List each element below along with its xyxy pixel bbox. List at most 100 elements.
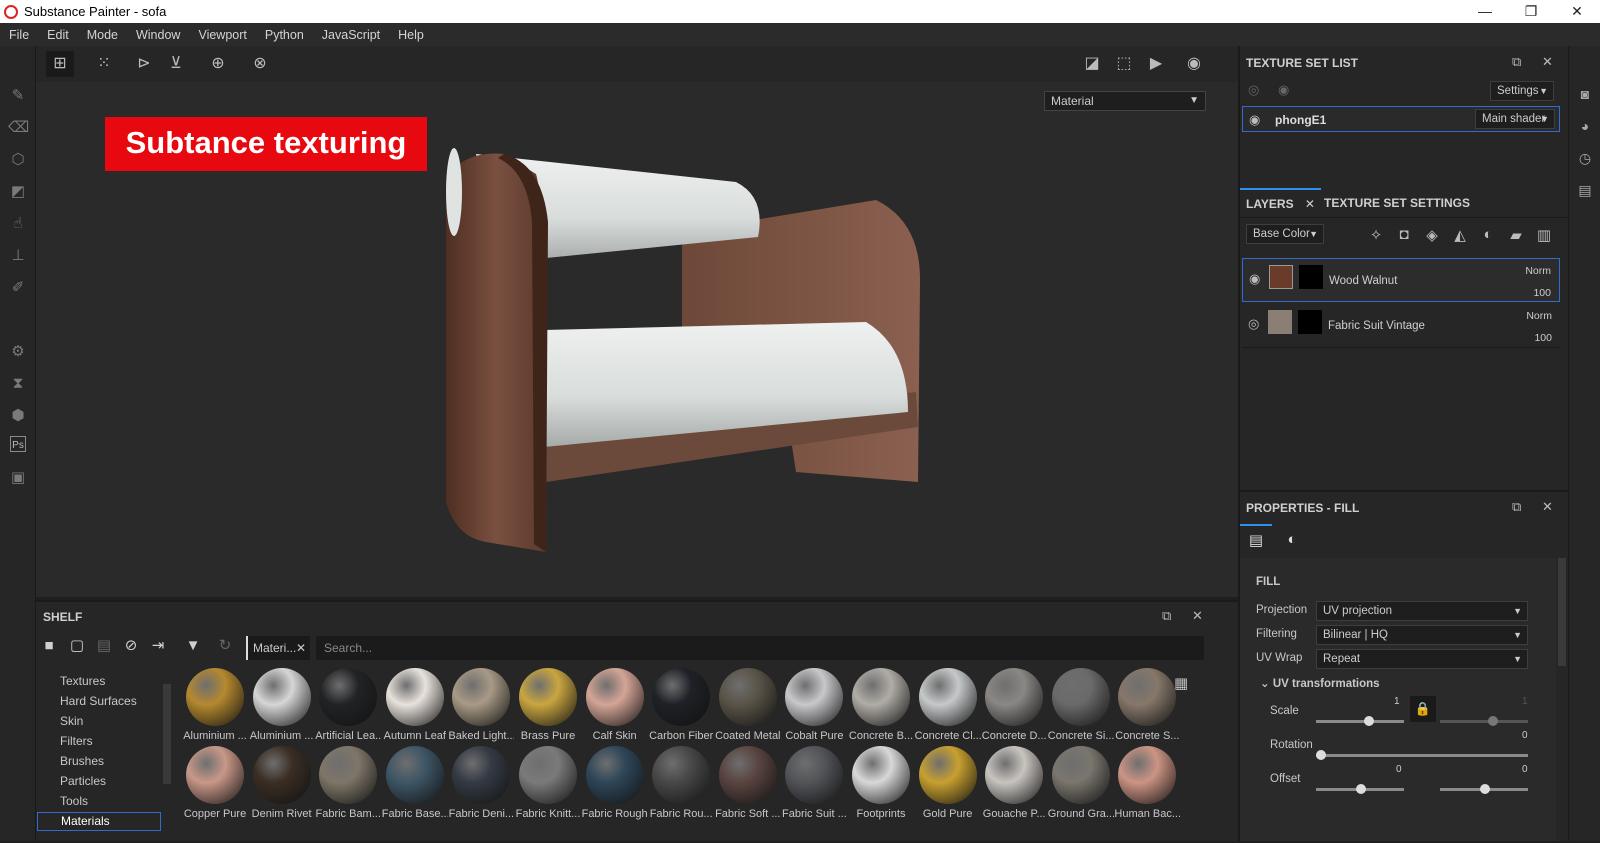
clone-stamp-icon[interactable]: ⊥ <box>8 246 28 266</box>
rotation-value[interactable]: 0 <box>1522 730 1528 741</box>
eraser-icon[interactable]: ⌫ <box>8 118 29 138</box>
material-item[interactable]: Coated Metal <box>715 668 781 742</box>
folder-icon[interactable]: ■ <box>38 635 60 657</box>
menu-mode[interactable]: Mode <box>78 28 127 42</box>
grid-view-icon[interactable]: ▦ <box>1174 674 1188 692</box>
material-item[interactable]: Gold Pure <box>915 746 981 820</box>
add-material-icon[interactable]: ◐ <box>1478 226 1498 243</box>
shader-dropdown[interactable]: Main shader ▼ <box>1475 109 1555 129</box>
display-mode-icon[interactable]: ◪ <box>1078 51 1106 77</box>
tab-texture-set-settings[interactable]: TEXTURE SET SETTINGS <box>1318 188 1476 218</box>
material-item[interactable]: Brass Pure <box>515 668 581 742</box>
category-skin[interactable]: Skin <box>60 714 83 728</box>
scale-value[interactable]: 1 <box>1394 696 1400 707</box>
material-item[interactable]: Fabric Knitt... <box>515 746 581 820</box>
3d-viewport[interactable]: Material▼ Subtance texturing Y <box>36 82 1238 647</box>
material-item[interactable]: Ground Gra... <box>1048 746 1114 820</box>
category-materials[interactable]: Materials <box>37 812 161 831</box>
material-item[interactable]: Calf Skin <box>582 668 648 742</box>
smudge-icon[interactable]: ☝ <box>8 214 28 234</box>
material-item[interactable]: Concrete S... <box>1114 668 1180 742</box>
close-panel-icon[interactable]: ✕ <box>1542 499 1553 515</box>
material-item[interactable]: Fabric Soft ... <box>715 746 781 820</box>
material-item[interactable]: Concrete B... <box>848 668 914 742</box>
projection-icon[interactable]: ⬡ <box>8 150 28 170</box>
material-item[interactable]: Fabric Deni... <box>448 746 514 820</box>
hide-icon[interactable]: ◎ <box>1248 82 1259 98</box>
material-item[interactable]: Baked Light... <box>448 668 514 742</box>
photoshop-icon[interactable]: Ps <box>10 436 26 452</box>
category-textures[interactable]: Textures <box>60 674 105 688</box>
maximize-button[interactable]: ❐ <box>1508 0 1554 23</box>
menu-python[interactable]: Python <box>256 28 313 42</box>
material-item[interactable]: Concrete Cl... <box>915 668 981 742</box>
material-item[interactable]: Aluminium ... <box>182 668 248 742</box>
material-item[interactable]: Aluminium ... <box>249 668 315 742</box>
tab-layers[interactable]: LAYERS ✕ <box>1240 188 1321 218</box>
eye-icon[interactable]: ◉ <box>1278 82 1289 98</box>
material-item[interactable]: Carbon Fiber <box>648 668 714 742</box>
slider-handle[interactable] <box>1364 716 1374 726</box>
float-panel-icon[interactable]: ⧉ <box>1512 499 1521 515</box>
import-icon[interactable]: ⇥ <box>147 635 169 657</box>
filter-icon[interactable]: ▼ <box>182 635 204 657</box>
shelf-search-input[interactable]: Search... <box>316 636 1204 660</box>
color-picker-icon[interactable]: ✐ <box>8 278 28 298</box>
opacity-value[interactable]: 100 <box>1533 287 1551 299</box>
hide-icon[interactable]: ⊘ <box>120 635 142 657</box>
view-cube-icon[interactable]: ⬚ <box>1110 51 1138 77</box>
screenshot-icon[interactable]: ◉ <box>1180 51 1208 77</box>
eye-icon[interactable]: ◉ <box>1249 271 1260 287</box>
offset-v-slider[interactable] <box>1440 784 1528 794</box>
material-item[interactable]: Artificial Lea... <box>315 668 381 742</box>
add-effect-icon[interactable]: ✧ <box>1366 226 1386 244</box>
menu-edit[interactable]: Edit <box>38 28 78 42</box>
category-tools[interactable]: Tools <box>60 794 88 808</box>
menu-help[interactable]: Help <box>389 28 433 42</box>
camera-icon[interactable]: ▶ <box>1142 51 1170 77</box>
settings-dropdown[interactable]: Settings ▼ <box>1490 81 1554 101</box>
symmetry-icon[interactable]: ⊳ <box>130 51 158 77</box>
material-item[interactable]: Fabric Base... <box>382 746 448 820</box>
paint-brush-icon[interactable]: ✎ <box>8 86 28 106</box>
uv-wrap-dropdown[interactable]: Repeat ▼ <box>1316 649 1528 669</box>
menu-javascript[interactable]: JavaScript <box>313 28 389 42</box>
offset-u-value[interactable]: 0 <box>1396 764 1402 775</box>
float-panel-icon[interactable]: ⧉ <box>1162 608 1171 624</box>
material-item[interactable]: Gouache P... <box>981 746 1047 820</box>
add-folder-icon[interactable]: ▰ <box>1506 226 1526 244</box>
channel-dropdown[interactable]: Base Color ▼ <box>1246 224 1324 244</box>
blend-mode-dropdown[interactable]: Norm <box>1525 265 1551 277</box>
filter-tag[interactable]: Materi... ✕ <box>246 636 310 660</box>
material-item[interactable]: Footprints <box>848 746 914 820</box>
remove-filter-icon[interactable]: ✕ <box>296 636 306 660</box>
menu-window[interactable]: Window <box>127 28 189 42</box>
material-item[interactable]: Fabric Suit ... <box>781 746 847 820</box>
hourglass-icon[interactable]: ⧗ <box>8 374 28 394</box>
polygon-fill-icon[interactable]: ◩ <box>8 182 28 202</box>
material-tab-icon[interactable]: ◐ <box>1276 524 1308 558</box>
shader-settings-icon[interactable]: ◕ <box>1576 118 1594 136</box>
slider-handle[interactable] <box>1356 784 1366 794</box>
close-button[interactable]: ✕ <box>1554 0 1600 23</box>
rotation-slider[interactable] <box>1316 750 1528 760</box>
eye-icon[interactable]: ◉ <box>1249 112 1260 128</box>
material-item[interactable]: Denim Rivet <box>249 746 315 820</box>
menu-viewport[interactable]: Viewport <box>189 28 255 42</box>
material-item[interactable]: Autumn Leaf <box>382 668 448 742</box>
archive-icon[interactable]: ▤ <box>93 635 115 657</box>
layer-wood-walnut[interactable]: ◉ Wood Walnut Norm 100 <box>1242 258 1560 302</box>
close-tab-icon[interactable]: ✕ <box>1305 197 1315 211</box>
category-filters[interactable]: Filters <box>60 734 93 748</box>
minimize-button[interactable]: — <box>1462 0 1508 23</box>
lock-icon[interactable]: 🔒 <box>1410 696 1436 722</box>
material-item[interactable]: Concrete D... <box>981 668 1047 742</box>
material-item[interactable]: Fabric Bam... <box>315 746 381 820</box>
opacity-value[interactable]: 100 <box>1534 332 1552 344</box>
add-fill-layer-icon[interactable]: ◭ <box>1450 226 1470 244</box>
refresh-icon[interactable]: ↻ <box>214 635 236 657</box>
category-hard-surfaces[interactable]: Hard Surfaces <box>60 694 137 708</box>
log-icon[interactable]: ▤ <box>1576 182 1594 200</box>
category-brushes[interactable]: Brushes <box>60 754 104 768</box>
new-item-icon[interactable]: ▢ <box>66 635 88 657</box>
